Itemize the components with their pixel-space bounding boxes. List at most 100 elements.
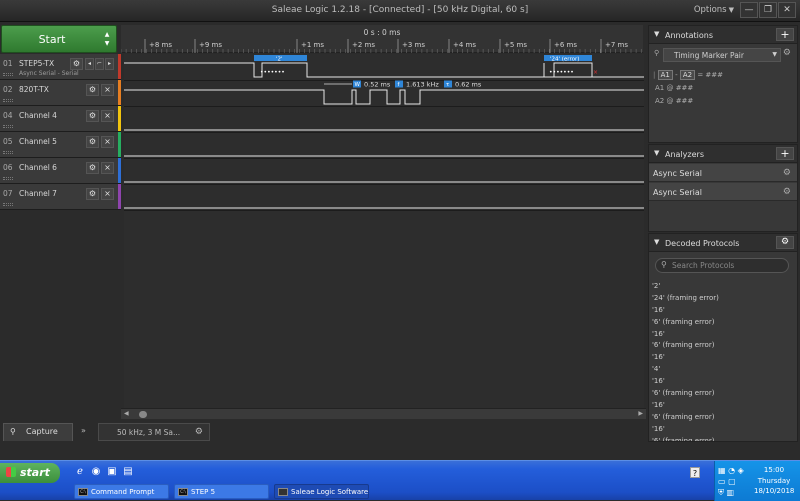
channel-row[interactable]: 07 Channel 7 ⚙ ×	[0, 184, 121, 210]
close-icon[interactable]: ×	[101, 188, 114, 200]
gear-icon[interactable]: ⚙	[86, 162, 99, 174]
drag-handle-icon[interactable]	[3, 125, 13, 128]
channel-number: 05	[3, 137, 13, 146]
list-item[interactable]: '6' (framing error)	[649, 389, 797, 401]
channel-name[interactable]: STEP5-TX	[19, 59, 54, 68]
list-item[interactable]: '16'	[649, 377, 797, 389]
options-menu[interactable]: Options ▼	[694, 5, 734, 15]
gear-icon[interactable]: ⚙	[195, 427, 203, 437]
gear-icon[interactable]: ⚙	[783, 48, 791, 58]
drag-handle-icon[interactable]	[3, 203, 13, 206]
channel-name[interactable]: 820T-TX	[19, 85, 49, 94]
close-icon[interactable]: ×	[101, 162, 114, 174]
close-icon[interactable]: ×	[101, 110, 114, 122]
usb-icon[interactable]: ▭	[718, 477, 726, 486]
gear-icon[interactable]: ⚙	[86, 84, 99, 96]
search-protocols-input[interactable]: ⚲ Search Protocols	[655, 258, 789, 273]
add-analyzer-button[interactable]: +	[776, 147, 794, 160]
chevron-down-icon: ▼	[772, 51, 777, 58]
scroll-thumb[interactable]	[139, 411, 147, 418]
gear-icon[interactable]: ⚙	[70, 58, 83, 70]
analyzer-item[interactable]: Async Serial ⚙	[649, 164, 797, 182]
security-icon[interactable]: ⛨	[718, 488, 724, 497]
collapse-icon[interactable]: ▼	[654, 238, 659, 246]
list-item[interactable]: '2'	[649, 282, 797, 294]
tab-capture-settings[interactable]: 50 kHz, 3 M Sa... ⚙	[98, 423, 210, 441]
add-annotation-button[interactable]: +	[776, 28, 794, 41]
channel-row[interactable]: 02 820T-TX ⚙ ×	[0, 80, 121, 106]
drag-handle-icon[interactable]	[3, 151, 13, 154]
list-item[interactable]: '6' (framing error)	[649, 318, 797, 330]
list-item[interactable]: '4'	[649, 365, 797, 377]
collapse-icon[interactable]: ▼	[654, 149, 659, 157]
drag-handle-icon[interactable]	[3, 73, 13, 76]
channel-name[interactable]: Channel 6	[19, 163, 57, 172]
gear-icon[interactable]: ⚙	[86, 188, 99, 200]
restore-button[interactable]: ❐	[759, 2, 777, 18]
timing-marker-pair-dropdown[interactable]: Timing Marker Pair ▼	[663, 48, 781, 62]
list-item[interactable]: '6' (framing error)	[649, 341, 797, 353]
channel-name[interactable]: Channel 7	[19, 189, 57, 198]
gear-icon[interactable]: ⚙	[776, 236, 794, 249]
drag-handle-icon[interactable]	[3, 99, 13, 102]
channel-row[interactable]: 01 STEP5-TX Async Serial - Serial ⚙ ◂ ⌐ ▸	[0, 54, 121, 80]
close-button[interactable]: ✕	[778, 2, 796, 18]
windows-start-button[interactable]: start	[0, 463, 60, 483]
folder-icon[interactable]: ▤	[122, 466, 134, 478]
drag-handle-icon[interactable]	[3, 177, 13, 180]
scroll-left-icon[interactable]: ◀	[124, 410, 129, 417]
analyzers-header[interactable]: ▼ Analyzers +	[649, 145, 797, 163]
list-item[interactable]: '6' (framing error)	[649, 413, 797, 425]
gear-icon[interactable]: ⚙	[86, 136, 99, 148]
horizontal-scrollbar[interactable]: ◀ ▶	[121, 408, 646, 419]
decoded-protocols-header[interactable]: ▼ Decoded Protocols ⚙	[649, 234, 797, 252]
close-icon[interactable]: ×	[101, 84, 114, 96]
more-tabs-button[interactable]: »	[81, 426, 86, 435]
list-item[interactable]: '6' (framing error)	[649, 437, 797, 441]
list-item[interactable]: '16'	[649, 401, 797, 413]
volume-icon[interactable]: ◔	[728, 466, 735, 475]
chevron-left-icon[interactable]: ◂	[85, 58, 94, 70]
channel-name[interactable]: Channel 4	[19, 111, 57, 120]
shield-icon[interactable]: ◈	[738, 466, 744, 475]
display-icon[interactable]: ▢	[728, 477, 736, 486]
channel-name[interactable]: Channel 5	[19, 137, 57, 146]
browser-icon[interactable]: ℯ	[74, 466, 86, 478]
gear-icon[interactable]: ⚙	[86, 110, 99, 122]
network-icon[interactable]: ▦	[718, 466, 726, 475]
desktop-icon[interactable]: ▣	[106, 466, 118, 478]
help-icon[interactable]: ?	[690, 467, 700, 478]
marker-a1-pill[interactable]: A1	[657, 70, 673, 80]
tab-capture[interactable]: ⚲ Capture	[3, 423, 73, 441]
task-step5[interactable]: C:\ STEP 5	[174, 484, 269, 499]
list-item[interactable]: '16'	[649, 330, 797, 342]
list-item[interactable]: '16'	[649, 306, 797, 318]
decoded-protocols-list[interactable]: '2' '24' (framing error) '16' '6' (framing …	[649, 282, 797, 441]
system-clock[interactable]: 15:00 Thursday 18/10/2018	[754, 465, 794, 497]
close-icon[interactable]: ×	[101, 136, 114, 148]
channel-row[interactable]: 04 Channel 4 ⚙ ×	[0, 106, 121, 132]
task-command-prompt[interactable]: C:\ Command Prompt	[74, 484, 169, 499]
marker-a2-pill[interactable]: A2	[679, 70, 696, 80]
minimize-button[interactable]: —	[740, 2, 758, 18]
trigger-icon[interactable]: ⌐	[95, 58, 104, 70]
chevron-right-icon[interactable]: ▸	[105, 58, 114, 70]
collapse-icon[interactable]: ▼	[654, 30, 659, 38]
gear-icon[interactable]: ⚙	[783, 168, 791, 178]
start-options-spinner[interactable]: ▲ ▼	[102, 30, 112, 48]
list-item[interactable]: '24' (framing error)	[649, 294, 797, 306]
analyzer-item[interactable]: Async Serial ⚙	[649, 183, 797, 201]
scroll-right-icon[interactable]: ▶	[638, 410, 643, 417]
waveform-area[interactable]: '2' '24' (error) ••••••• ••••••• × W 0.5…	[124, 54, 644, 408]
list-item[interactable]: '16'	[649, 425, 797, 437]
channel-row[interactable]: 05 Channel 5 ⚙ ×	[0, 132, 121, 158]
list-item[interactable]: '16'	[649, 353, 797, 365]
media-icon[interactable]: ◉	[90, 466, 102, 478]
timeline-ruler[interactable]: 0 s : 0 ms +8 ms +9 ms +1 ms +2 ms +3 ms +4 m…	[120, 25, 643, 53]
gear-icon[interactable]: ⚙	[783, 187, 791, 197]
channel-row[interactable]: 06 Channel 6 ⚙ ×	[0, 158, 121, 184]
keyboard-icon[interactable]: ▥	[727, 488, 735, 497]
start-capture-button[interactable]: Start ▲ ▼	[1, 25, 117, 53]
annotations-header[interactable]: ▼ Annotations +	[649, 26, 797, 44]
task-saleae-logic[interactable]: Saleae Logic Software	[274, 484, 369, 499]
